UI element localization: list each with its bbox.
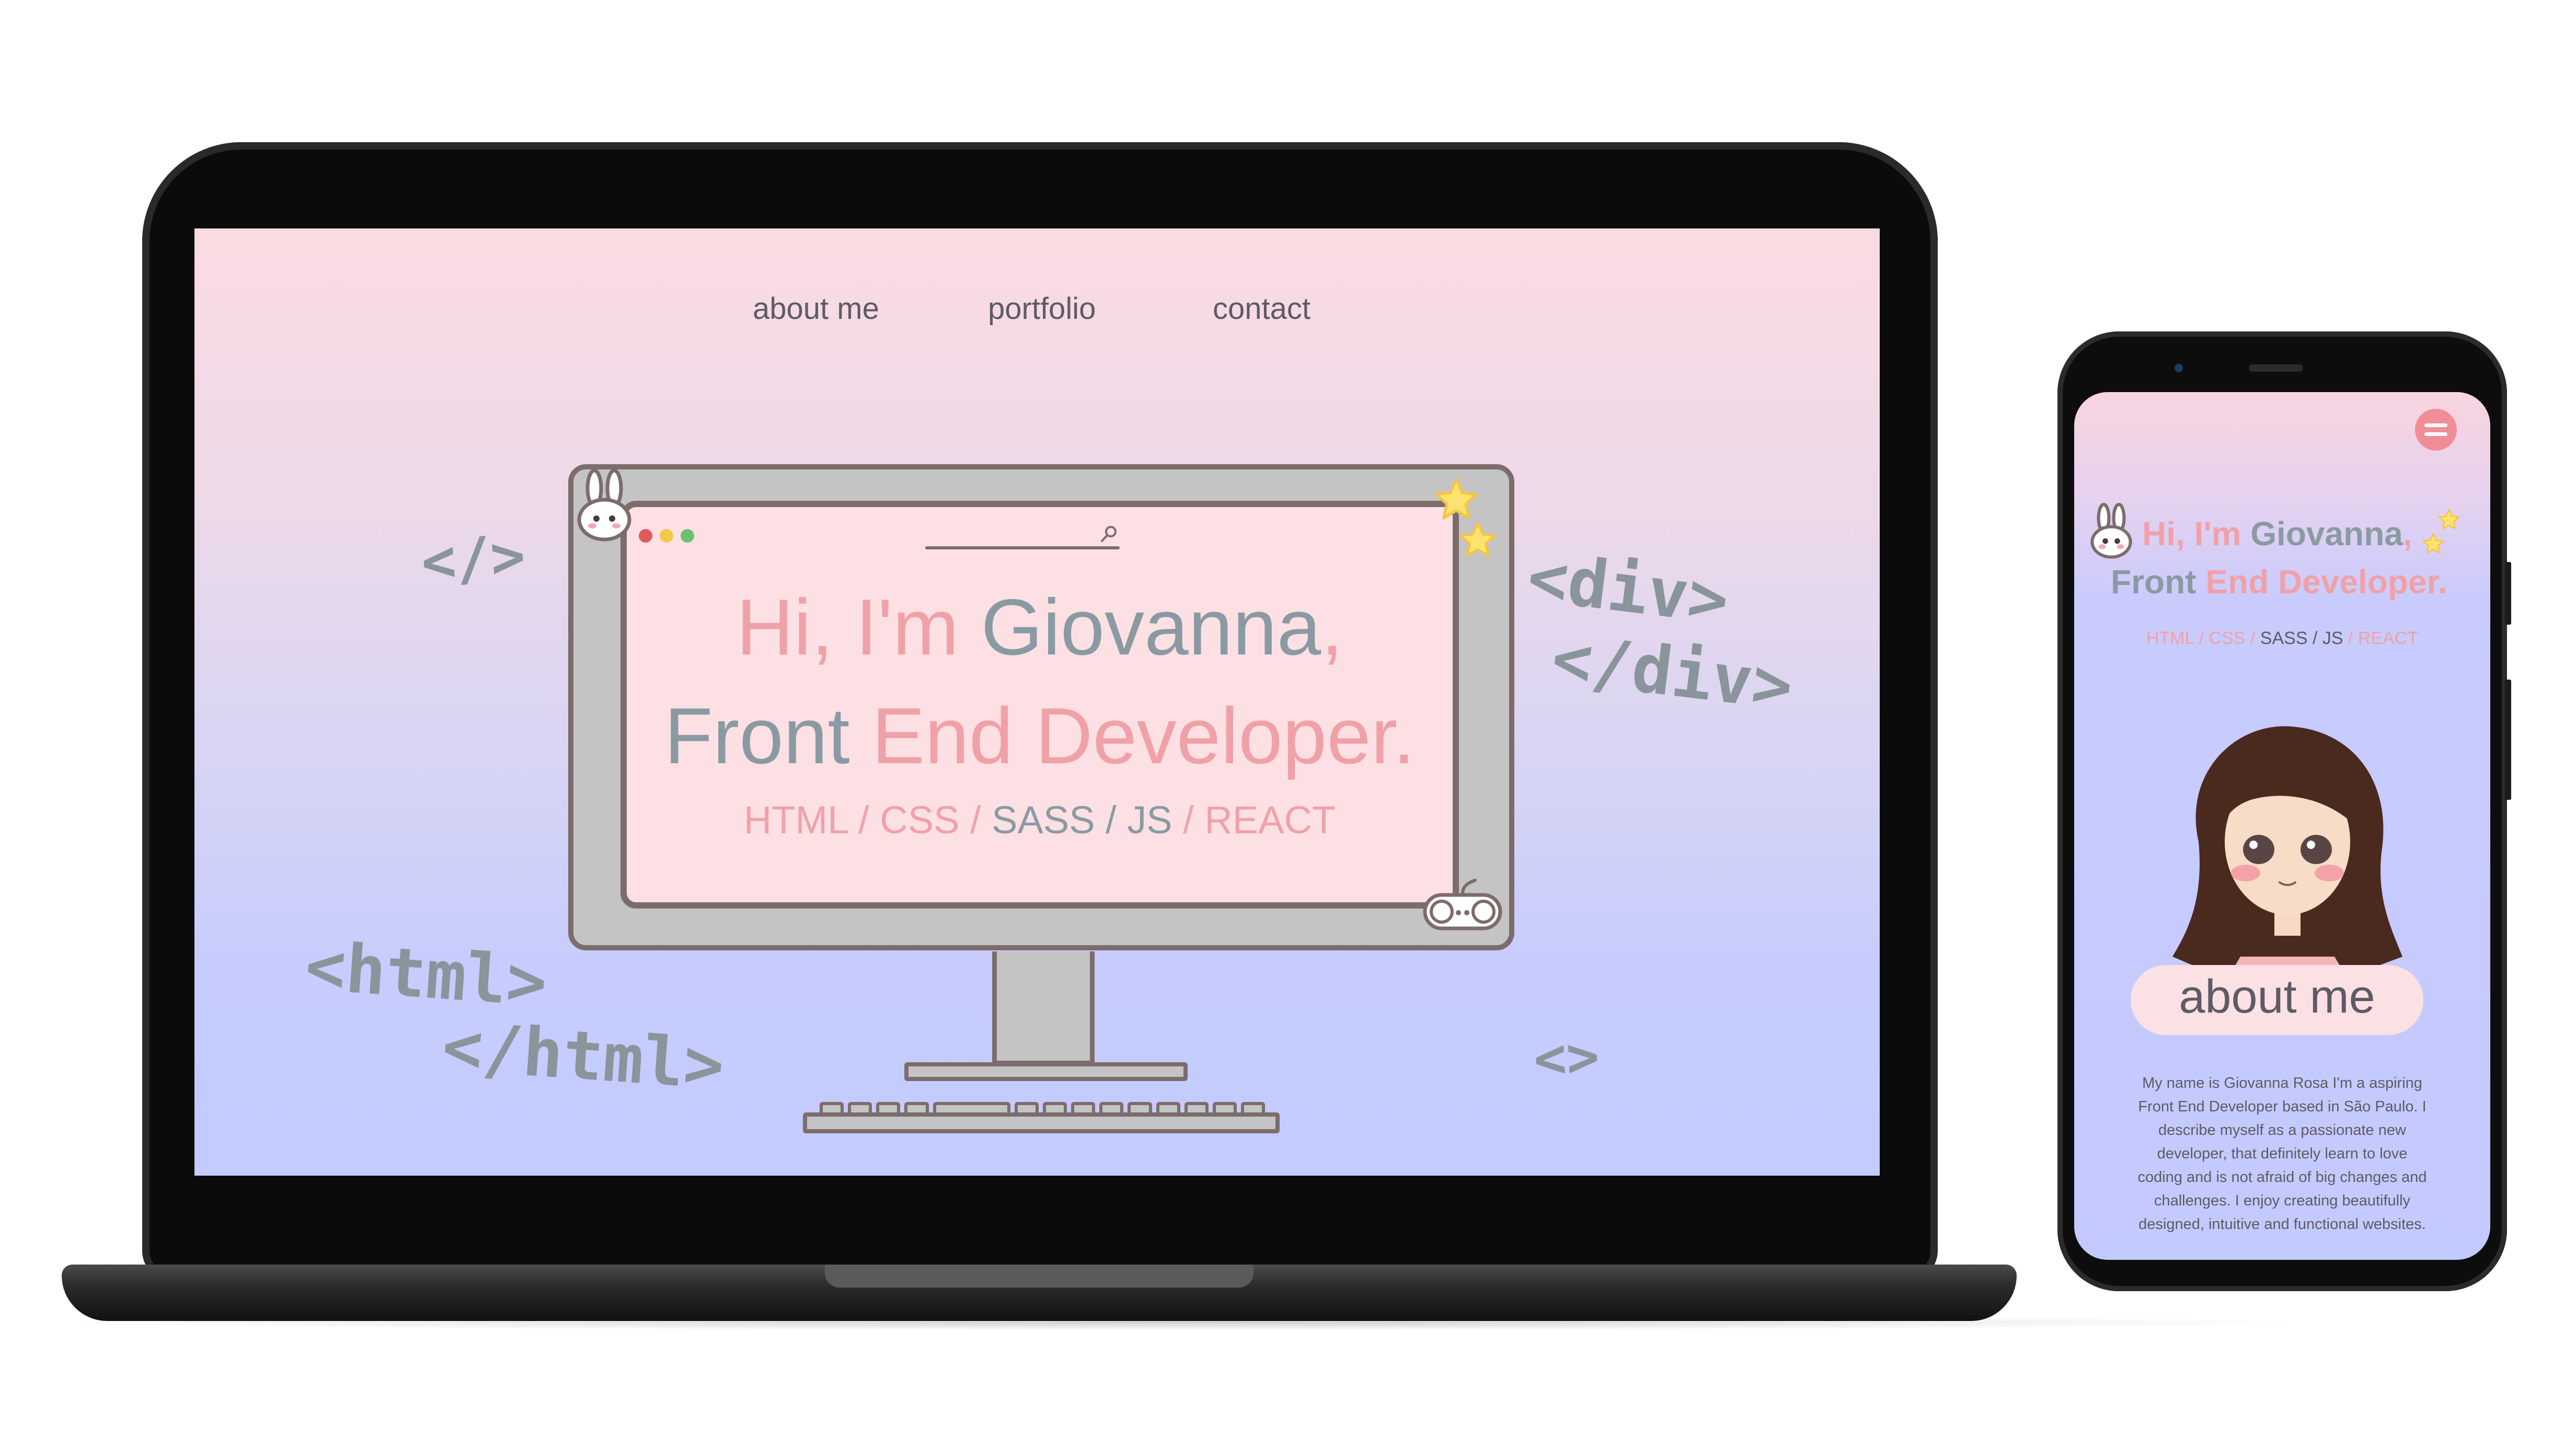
bio-line: Front End Developer based in São Paulo. … [2138, 1098, 2426, 1115]
mobile-skill-separator: / [2307, 628, 2322, 648]
gamepad-icon [1423, 879, 1502, 930]
keyboard-base [803, 1112, 1280, 1133]
monitor-stand-foot [904, 1062, 1188, 1081]
hero-role-line: Front End Developer. [620, 689, 1459, 783]
about-me-bio: My name is Giovanna Rosa I'm a aspiring … [2095, 1072, 2469, 1236]
mobile-page: Hi, I'm Giovanna, Front End Developer. H… [2074, 392, 2490, 1260]
bunny-icon [577, 469, 631, 542]
nav-about-me[interactable]: about me [753, 291, 879, 326]
hero-role-highlight: End Developer. [871, 692, 1416, 780]
mobile-hero-greeting-line: Hi, I'm Giovanna, [2142, 514, 2412, 553]
bio-line: designed, intuitive and functional websi… [2138, 1216, 2426, 1233]
mobile-hero-name: Giovanna [2250, 515, 2403, 553]
nav-portfolio[interactable]: portfolio [988, 291, 1096, 326]
skill-separator: / [1172, 798, 1205, 842]
star-icon [2422, 533, 2444, 554]
nav-contact[interactable]: contact [1213, 291, 1310, 326]
mobile-hero-greeting: Hi, I'm [2142, 515, 2241, 553]
mobile-hero-skills: HTML / CSS / SASS / JS / REACT [2074, 628, 2490, 649]
mobile-hero-role-prefix: Front [2111, 563, 2196, 601]
bio-line: describe myself as a passionate new [2158, 1122, 2406, 1139]
mobile-hero-role-line: Front End Developer. [2111, 562, 2447, 601]
window-close-dot [639, 529, 652, 543]
mobile-skill-js: JS [2322, 628, 2343, 648]
phone-speaker [2249, 364, 2303, 372]
skill-react: REACT [1204, 798, 1336, 842]
bunny-icon [2090, 503, 2132, 559]
mobile-hero-comma: , [2402, 515, 2412, 553]
phone-volume-button [2505, 680, 2511, 800]
hamburger-menu-icon[interactable] [2414, 408, 2458, 452]
search-icon [1101, 526, 1117, 542]
mobile-skill-css: CSS [2209, 628, 2246, 648]
mobile-skill-separator: / [2245, 628, 2260, 648]
about-me-title: about me [2179, 971, 2375, 1023]
star-icon [2438, 509, 2460, 530]
hero-role-prefix: Front [664, 692, 850, 780]
bio-line: developer, that definitely learn to love [2157, 1145, 2408, 1162]
bio-line: challenges. I enjoy creating beautifully [2154, 1192, 2411, 1209]
hero-skills: HTML / CSS / SASS / JS / REACT [620, 797, 1459, 844]
phone-camera [2175, 364, 2183, 372]
mobile-skill-react: REACT [2358, 628, 2419, 648]
window-minimize-dot [660, 529, 673, 543]
skill-html: HTML [743, 798, 848, 842]
empty-tag-deco: <> [1532, 1024, 1601, 1092]
bio-line: coding and is not afraid of big changes … [2137, 1169, 2427, 1186]
monitor-stand [992, 951, 1095, 1065]
star-icon [1459, 522, 1496, 557]
skill-separator: / [847, 798, 880, 842]
mobile-skill-separator: / [2343, 628, 2358, 648]
mobile-skill-html: HTML [2146, 628, 2194, 648]
skill-js: JS [1127, 798, 1172, 842]
hero-name: Giovanna [981, 583, 1321, 672]
avatar-illustration [2172, 726, 2402, 983]
star-icon [1434, 478, 1478, 520]
skill-css: CSS [880, 798, 960, 842]
bio-line: My name is Giovanna Rosa I'm a aspiring [2142, 1075, 2422, 1092]
phone-side-button [2505, 562, 2511, 625]
skill-separator: / [1095, 798, 1128, 842]
window-maximize-dot [681, 529, 694, 543]
laptop-hinge-notch [825, 1265, 1254, 1288]
mobile-hero-role-highlight: End Developer. [2205, 563, 2447, 601]
skill-separator: / [959, 798, 992, 842]
hero-greeting-line: Hi, I'm Giovanna, [620, 580, 1459, 674]
skill-sass: SASS [992, 798, 1095, 842]
closing-tag-deco: </> [419, 522, 527, 596]
hero-comma: , [1321, 583, 1343, 672]
hero-greeting: Hi, I'm [736, 583, 959, 672]
mobile-skill-separator: / [2194, 628, 2209, 648]
mobile-skill-sass: SASS [2260, 628, 2308, 648]
search-bar [925, 546, 1120, 549]
